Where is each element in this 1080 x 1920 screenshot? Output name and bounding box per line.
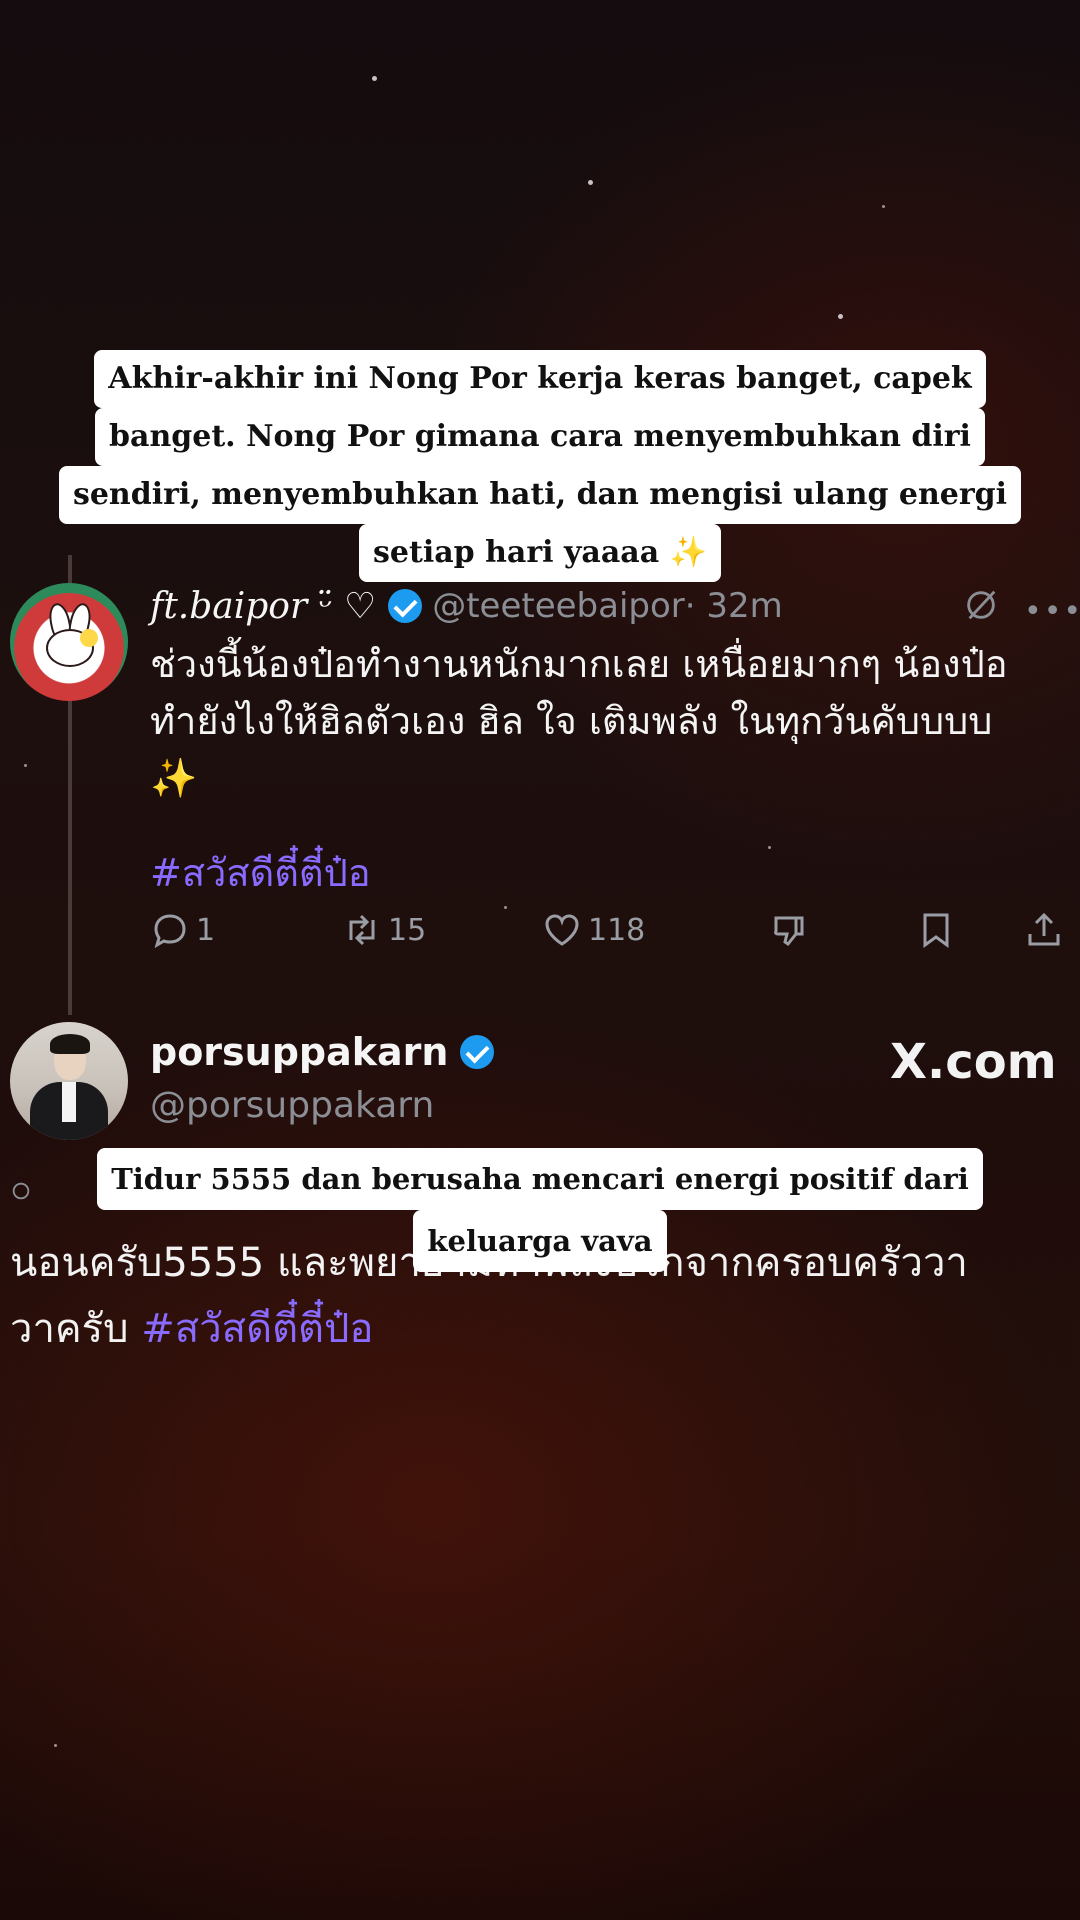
handle[interactable]: @teeteebaipor — [432, 586, 685, 626]
tweet-text-fragment: วาครับ — [10, 1306, 129, 1352]
star-dot — [768, 846, 771, 849]
verified-badge-icon — [388, 589, 423, 623]
sparkle-emoji: ✨ — [150, 756, 198, 800]
reply-count: 1 — [196, 912, 216, 948]
flower-icon — [80, 629, 98, 647]
share-button[interactable] — [1024, 910, 1070, 950]
caption-line: setiap hari yaaaa ✨ — [359, 524, 721, 582]
reply-icon — [154, 914, 186, 949]
x-watermark: X.com — [890, 1034, 1057, 1090]
hashtag-link[interactable]: #สวัสดีตี๋ตี๋ป๋อ — [141, 1306, 373, 1352]
caption-top: Akhir-akhir ini Nong Por kerja keras ban… — [0, 350, 1080, 582]
bookmark-button[interactable] — [916, 910, 962, 950]
like-button[interactable]: 118 — [542, 910, 645, 950]
star-dot — [54, 1744, 57, 1747]
star-dot — [882, 205, 885, 208]
handle[interactable]: @porsuppakarn — [150, 1085, 434, 1126]
more-icon[interactable]: ••• — [1024, 594, 1080, 629]
star-dot — [24, 764, 27, 767]
avatar[interactable] — [10, 583, 128, 701]
caption-line: keluarga vava — [413, 1210, 667, 1272]
star-dot — [588, 180, 593, 185]
like-count: 118 — [588, 912, 646, 948]
star-dot — [838, 314, 843, 319]
tweet-text-line-2: วาครับ #สวัสดีตี๋ตี๋ป๋อ — [10, 1296, 1070, 1362]
grok-icon[interactable] — [962, 586, 1000, 624]
repost-icon — [349, 914, 375, 946]
display-name-row: porsuppakarn — [150, 1030, 504, 1074]
caption-line: banget. Nong Por gimana cara menyembuhka… — [95, 408, 985, 466]
caption-line: Tidur 5555 dan berusaha mencari energi p… — [97, 1148, 983, 1210]
hashtag-link[interactable]: #สวัสดีตี๋ตี๋ป๋อ — [150, 842, 371, 903]
repost-count: 15 — [388, 912, 427, 948]
repost-button[interactable]: 15 — [342, 910, 426, 950]
caption-bottom: Tidur 5555 dan berusaha mencari energi p… — [0, 1148, 1080, 1272]
star-dot — [372, 76, 377, 81]
tweet-actions: 1 15 118 — [150, 910, 1070, 960]
share-icon — [1028, 912, 1060, 946]
display-name[interactable]: porsuppakarn — [150, 1030, 448, 1074]
bookmark-icon — [923, 913, 949, 948]
tweet-text: ช่วงนี้น้องป๋อทำงานหนักมากเลย เหนื่อยมาก… — [150, 636, 1050, 807]
display-name[interactable]: 𝑓𝑡.baipor ᵕ̈ ♡ — [150, 586, 376, 627]
tweet-text-line: ช่วงนี้น้องป๋อทำงานหนักมากเลย เหนื่อยมาก… — [150, 642, 1008, 686]
tweet-text-line: ทำยังไงให้ฮิลตัวเอง ฮิล ใจ เติมพลัง ในทุ… — [150, 699, 993, 743]
caption-line: sendiri, menyembuhkan hati, dan mengisi … — [58, 466, 1022, 524]
tweet-header: 𝑓𝑡.baipor ᵕ̈ ♡ @teeteebaipor · 32m — [150, 580, 783, 632]
verified-badge-icon — [460, 1035, 495, 1069]
star-dot — [504, 906, 507, 909]
timestamp: · 32m — [684, 586, 783, 626]
dislike-icon — [774, 916, 804, 947]
avatar[interactable] — [10, 1022, 128, 1140]
caption-line: Akhir-akhir ini Nong Por kerja keras ban… — [94, 350, 986, 408]
like-icon — [545, 914, 579, 946]
reply-button[interactable]: 1 — [150, 910, 215, 950]
dislike-button[interactable] — [770, 910, 816, 950]
